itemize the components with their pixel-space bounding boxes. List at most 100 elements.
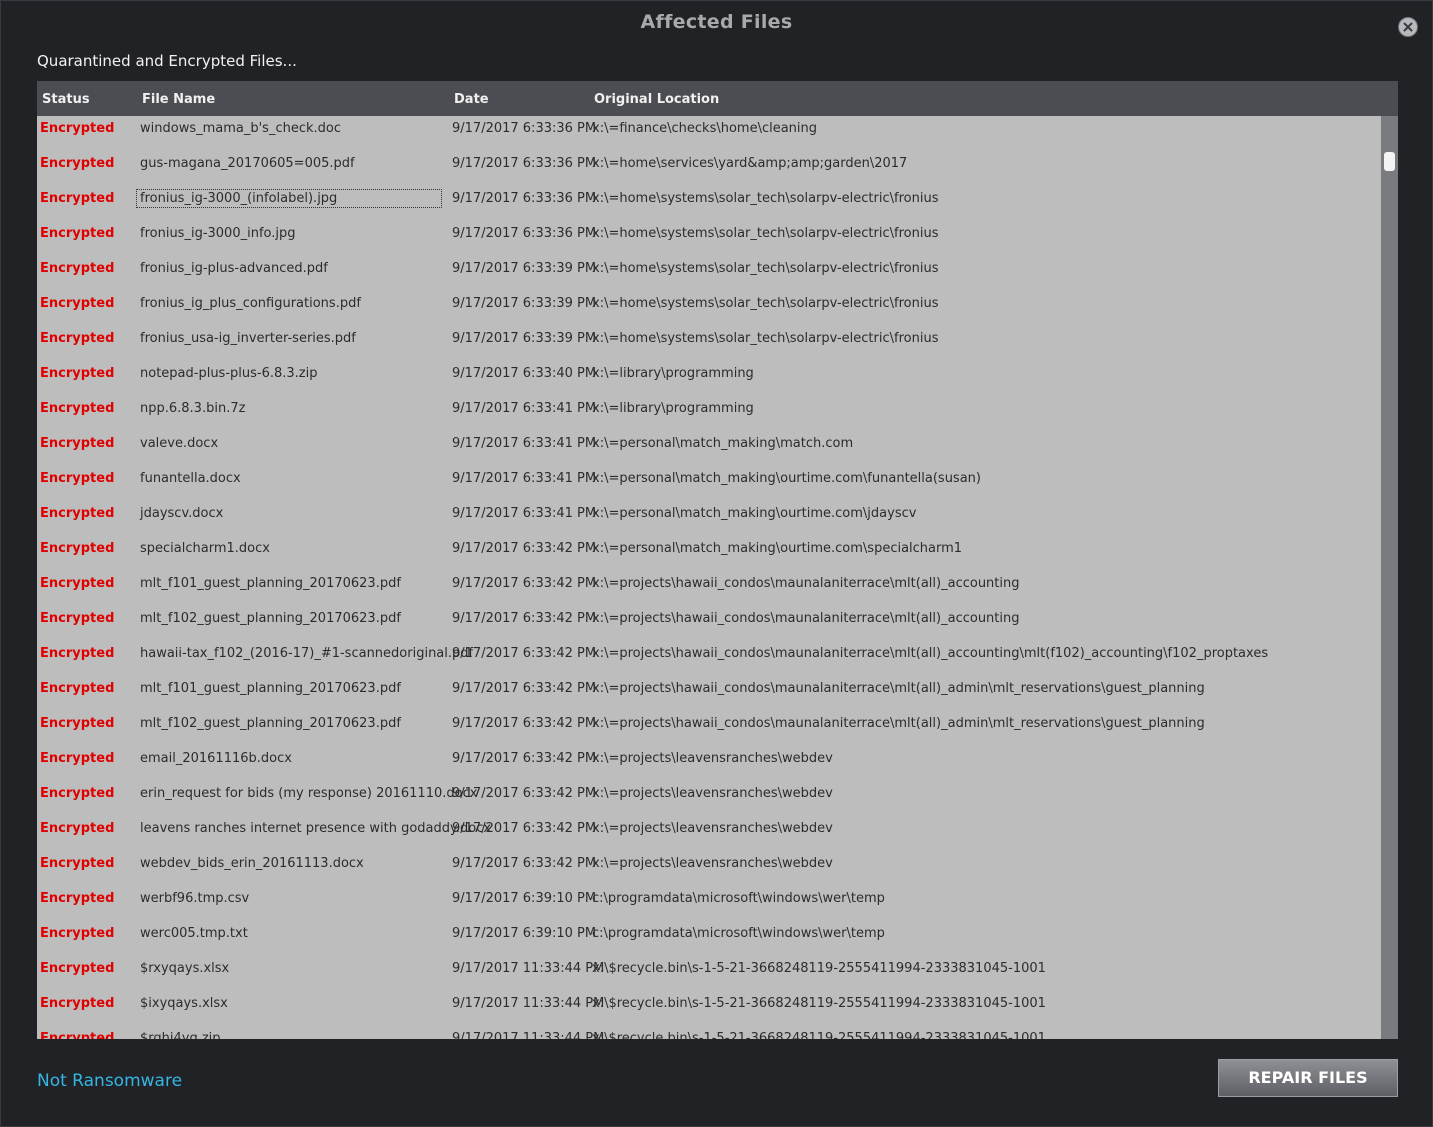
cell-status: Encrypted <box>40 681 115 696</box>
cell-file-name: specialcharm1.docx <box>140 541 270 556</box>
cell-date: 9/17/2017 6:33:42 PM <box>452 856 597 871</box>
table-row[interactable]: Encrypted erin_request for bids (my respo… <box>37 781 1381 816</box>
cell-file-name: werbf96.tmp.csv <box>140 891 250 906</box>
cell-file-name: fronius_ig-3000_(infolabel).jpg <box>136 189 442 208</box>
column-header-file-name[interactable]: File Name <box>142 92 215 107</box>
table-row[interactable]: Encrypted werbf96.tmp.csv 9/17/2017 6:39:1… <box>37 886 1381 921</box>
cell-file-name: mlt_f101_guest_planning_20170623.pdf <box>140 681 401 696</box>
not-ransomware-link[interactable]: Not Ransomware <box>37 1071 182 1091</box>
scrollbar-thumb[interactable] <box>1384 152 1395 171</box>
table-row[interactable]: Encrypted mlt_f101_guest_planning_2017062… <box>37 571 1381 606</box>
cell-file-name: mlt_f102_guest_planning_20170623.pdf <box>140 611 401 626</box>
cell-date: 9/17/2017 6:39:10 PM <box>452 891 597 906</box>
cell-date: 9/17/2017 6:33:42 PM <box>452 541 597 556</box>
cell-date: 9/17/2017 6:33:36 PM <box>452 121 597 136</box>
cell-date: 9/17/2017 11:33:44 PM <box>452 1031 605 1039</box>
column-header-status[interactable]: Status <box>42 92 90 107</box>
cell-location: x:\=projects\hawaii_condos\maunalaniterr… <box>592 611 1020 626</box>
cell-date: 9/17/2017 11:33:44 PM <box>452 961 605 976</box>
cell-location: x:\=projects\leavensranches\webdev <box>592 751 833 766</box>
table-row[interactable]: Encrypted webdev_bids_erin_20161113.docx 9… <box>37 851 1381 886</box>
cell-date: 9/17/2017 6:33:42 PM <box>452 716 597 731</box>
table-row[interactable]: Encrypted mlt_f102_guest_planning_2017062… <box>37 711 1381 746</box>
section-subtitle: Quarantined and Encrypted Files... <box>37 52 297 70</box>
cell-location: x:\=home\services\yard&amp;amp;garden\20… <box>592 156 908 171</box>
table-row[interactable]: Encrypted fronius_ig-3000_(infolabel).jpg… <box>37 186 1381 221</box>
cell-file-name: $ixyqays.xlsx <box>140 996 228 1011</box>
cell-file-name: leavens ranches internet presence with g… <box>140 821 492 836</box>
table-row[interactable]: Encrypted valeve.docx 9/17/2017 6:33:41 PM… <box>37 431 1381 466</box>
cell-status: Encrypted <box>40 541 115 556</box>
table-row[interactable]: Encrypted $rqhi4yq.zip 9/17/2017 11:33:44 … <box>37 1026 1381 1039</box>
table-row[interactable]: Encrypted notepad-plus-plus-6.8.3.zip 9/17… <box>37 361 1381 396</box>
cell-file-name: valeve.docx <box>140 436 219 451</box>
cell-location: x:\=personal\match_making\ourtime.com\fu… <box>592 471 981 486</box>
cell-status: Encrypted <box>40 261 115 276</box>
repair-files-button[interactable]: REPAIR FILES <box>1218 1059 1398 1097</box>
table-row[interactable]: Encrypted mlt_f102_guest_planning_2017062… <box>37 606 1381 641</box>
cell-date: 9/17/2017 6:33:42 PM <box>452 751 597 766</box>
table-row[interactable]: Encrypted fronius_ig-3000_info.jpg 9/17/20… <box>37 221 1381 256</box>
cell-location: x:\=home\systems\solar_tech\solarpv-elec… <box>592 331 939 346</box>
table-row[interactable]: Encrypted gus-magana_20170605=005.pdf 9/17… <box>37 151 1381 186</box>
table-row[interactable]: Encrypted $ixyqays.xlsx 9/17/2017 11:33:44… <box>37 991 1381 1026</box>
cell-location: x:\=personal\match_making\ourtime.com\sp… <box>592 541 963 556</box>
cell-status: Encrypted <box>40 366 115 381</box>
vertical-scrollbar[interactable] <box>1381 116 1398 1039</box>
table-row[interactable]: Encrypted leavens ranches internet presen… <box>37 816 1381 851</box>
cell-status: Encrypted <box>40 156 115 171</box>
cell-location: x:\=home\systems\solar_tech\solarpv-elec… <box>592 296 939 311</box>
cell-file-name: funantella.docx <box>140 471 241 486</box>
cell-status: Encrypted <box>40 121 115 136</box>
cell-status: Encrypted <box>40 191 115 206</box>
table-row[interactable]: Encrypted fronius_ig_plus_configurations.… <box>37 291 1381 326</box>
table-row[interactable]: Encrypted mlt_f101_guest_planning_2017062… <box>37 676 1381 711</box>
close-icon <box>1399 22 1417 32</box>
cell-file-name: fronius_ig-plus-advanced.pdf <box>140 261 328 276</box>
cell-status: Encrypted <box>40 401 115 416</box>
table-row[interactable]: Encrypted jdayscv.docx 9/17/2017 6:33:41 P… <box>37 501 1381 536</box>
cell-file-name: mlt_f101_guest_planning_20170623.pdf <box>140 576 401 591</box>
cell-file-name: $rxyqays.xlsx <box>140 961 230 976</box>
cell-status: Encrypted <box>40 926 115 941</box>
cell-location: x:\=projects\hawaii_condos\maunalaniterr… <box>592 576 1020 591</box>
table-row[interactable]: Encrypted $rxyqays.xlsx 9/17/2017 11:33:44… <box>37 956 1381 991</box>
cell-date: 9/17/2017 6:33:42 PM <box>452 681 597 696</box>
cell-location: x:\=projects\hawaii_condos\maunalaniterr… <box>592 716 1205 731</box>
cell-file-name: werc005.tmp.txt <box>140 926 248 941</box>
table-row[interactable]: Encrypted hawaii-tax_f102_(2016-17)_#1-sc… <box>37 641 1381 676</box>
table-row[interactable]: Encrypted fronius_usa-ig_inverter-series.… <box>37 326 1381 361</box>
cell-date: 9/17/2017 6:33:42 PM <box>452 786 597 801</box>
column-header-original-location[interactable]: Original Location <box>594 92 719 107</box>
cell-date: 9/17/2017 6:33:36 PM <box>452 191 597 206</box>
affected-files-table: Status File Name Date Original Location … <box>37 81 1398 1039</box>
cell-status: Encrypted <box>40 996 115 1011</box>
table-row[interactable]: Encrypted windows_mama_b's_check.doc 9/17/… <box>37 116 1381 151</box>
cell-status: Encrypted <box>40 646 115 661</box>
table-row[interactable]: Encrypted email_20161116b.docx 9/17/2017 6… <box>37 746 1381 781</box>
cell-status: Encrypted <box>40 961 115 976</box>
close-button[interactable] <box>1398 17 1418 37</box>
cell-file-name: fronius_usa-ig_inverter-series.pdf <box>140 331 356 346</box>
cell-file-name: webdev_bids_erin_20161113.docx <box>140 856 364 871</box>
cell-file-name: gus-magana_20170605=005.pdf <box>140 156 355 171</box>
cell-status: Encrypted <box>40 296 115 311</box>
cell-status: Encrypted <box>40 331 115 346</box>
cell-file-name: npp.6.8.3.bin.7z <box>140 401 246 416</box>
cell-date: 9/17/2017 6:33:39 PM <box>452 296 597 311</box>
cell-location: x:\=projects\leavensranches\webdev <box>592 856 833 871</box>
table-body[interactable]: Encrypted windows_mama_b's_check.doc 9/17/… <box>37 116 1381 1039</box>
table-row[interactable]: Encrypted funantella.docx 9/17/2017 6:33:4… <box>37 466 1381 501</box>
cell-date: 9/17/2017 6:33:41 PM <box>452 506 597 521</box>
column-header-date[interactable]: Date <box>454 92 489 107</box>
table-row[interactable]: Encrypted werc005.tmp.txt 9/17/2017 6:39:1… <box>37 921 1381 956</box>
cell-location: x:\$recycle.bin\s-1-5-21-3668248119-2555… <box>592 996 1046 1011</box>
table-row[interactable]: Encrypted fronius_ig-plus-advanced.pdf 9/1… <box>37 256 1381 291</box>
cell-location: x:\$recycle.bin\s-1-5-21-3668248119-2555… <box>592 1031 1046 1039</box>
table-row[interactable]: Encrypted specialcharm1.docx 9/17/2017 6:3… <box>37 536 1381 571</box>
table-row[interactable]: Encrypted npp.6.8.3.bin.7z 9/17/2017 6:33:… <box>37 396 1381 431</box>
cell-date: 9/17/2017 6:33:36 PM <box>452 156 597 171</box>
cell-location: x:\=projects\leavensranches\webdev <box>592 821 833 836</box>
cell-date: 9/17/2017 6:33:39 PM <box>452 331 597 346</box>
cell-date: 9/17/2017 6:33:41 PM <box>452 401 597 416</box>
